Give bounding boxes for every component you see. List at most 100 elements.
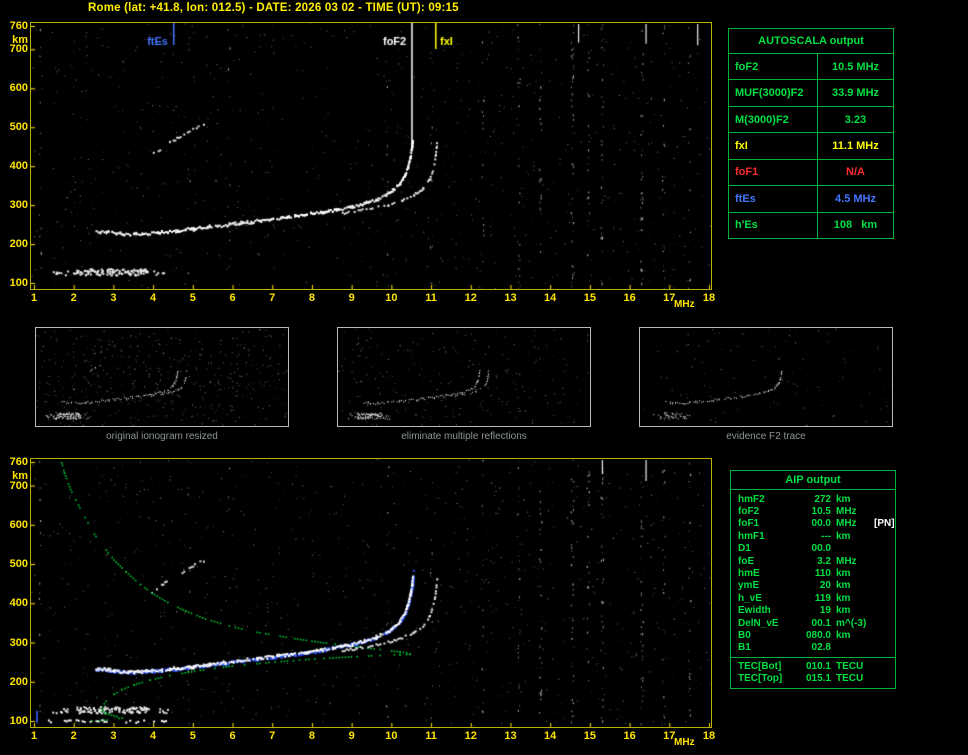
aip-val: 02.8 [811, 642, 831, 654]
aip-lab: foE [738, 555, 755, 567]
autoscala-row-ftEs: ftEs 4.5 MHz [729, 186, 893, 213]
x-tick-label: 3 [110, 292, 117, 304]
aip-unit: MHz [836, 518, 857, 530]
y-axis-unit-label: km [12, 34, 28, 46]
x-axis-unit-label: MHz [674, 737, 695, 748]
y-tick-label: 100 [9, 277, 28, 289]
aip-row-foF2: foF2 10.5 MHz [731, 505, 895, 517]
autoscala-row-label: ftEs [729, 186, 818, 212]
aip-unit: km [836, 629, 851, 641]
x-tick-label: 5 [189, 730, 196, 742]
autoscala-row-value: 10.5 MHz [831, 60, 880, 73]
x-tick-label: 3 [110, 730, 117, 742]
bottom-ionogram-panel [30, 458, 712, 728]
aip-val: --- [821, 530, 831, 542]
x-tick-label: 11 [425, 730, 437, 742]
aip-val: 3.2 [817, 555, 831, 567]
y-tick-label: 200 [9, 238, 28, 251]
aip-lab: foF2 [738, 506, 760, 518]
aip-row-DelN_vE: DelN_vE 00.1 m^(-3) [731, 617, 895, 629]
aip-val: 00.1 [811, 617, 831, 629]
aip-val: 19 [819, 605, 831, 617]
aip-unit: m^(-3) [836, 617, 867, 629]
x-tick-label: 7 [269, 730, 276, 742]
autoscala-row-value: 33.9 MHz [831, 87, 880, 100]
x-tick-label: 6 [229, 292, 236, 304]
x-tick-label: 11 [425, 292, 437, 304]
x-tick-label: 18 [702, 730, 716, 742]
station-date-time-title: Rome (lat: +41.8, lon: 012.5) - DATE: 20… [88, 2, 459, 14]
aip-lab: Ewidth [738, 605, 771, 617]
x-tick-label: 8 [308, 730, 315, 742]
aip-unit: km [836, 530, 851, 542]
aip-val: 00.0 [811, 518, 831, 530]
aip-unit: MHz [836, 506, 857, 518]
aip-lab: h_vE [738, 592, 762, 604]
aip-row-foF1: foF1 00.0 MHz [PN] [731, 518, 895, 530]
x-tick-label: 13 [504, 292, 517, 304]
caption-original-ionogram: original ionogram resized [106, 431, 218, 442]
aip-output-table: AIP output hmF2 272 km foF2 10.5 MHz foF1 00.0 M… [730, 470, 896, 689]
y-axis-unit-label: km [12, 470, 28, 482]
aip-val: 272 [814, 493, 831, 505]
aip-lab: hmE [738, 568, 760, 580]
aip-val: 010.1 [805, 660, 831, 672]
x-tick-label: 10 [385, 292, 398, 304]
aip-row-D1: D1 00.0 [731, 543, 895, 555]
x-tick-label: 14 [544, 730, 557, 742]
autoscala-row-label: h'Es [729, 212, 818, 238]
autoscala-output-table: AUTOSCALA output foF2 10.5 MHz MUF(3000)F2… [728, 28, 894, 239]
y-tick-label: 400 [9, 160, 28, 173]
aip-val: 20 [819, 580, 831, 592]
x-tick-label: 2 [70, 730, 77, 742]
aip-lab: B0 [738, 629, 751, 641]
autoscala-row-value: 108 km [833, 219, 878, 232]
aip-lab: TEC[Top] [738, 673, 783, 685]
aip-unit: TECU [836, 673, 864, 685]
bottom-ionogram-canvas [31, 459, 711, 727]
x-tick-label: 4 [150, 730, 157, 742]
x-tick-label: 12 [464, 292, 477, 304]
autoscala-row-value: N/A [846, 166, 865, 179]
y-tick-label: 300 [9, 199, 28, 212]
top-ionogram-panel [30, 22, 712, 290]
aip-lab: DelN_vE [738, 617, 779, 629]
y-tick-label: 760 [9, 456, 28, 468]
aip-unit: km [836, 568, 851, 580]
aip-lab: D1 [738, 543, 751, 555]
thumbnail-no-multiples [337, 327, 591, 427]
aip-row-B0: B0 080.0 km [731, 629, 895, 641]
autoscala-row-foF1: foF1 N/A [729, 159, 893, 187]
y-tick-label: 500 [9, 558, 28, 571]
x-tick-label: 2 [70, 292, 77, 304]
aip-lab: TEC[Bot] [738, 660, 782, 672]
x-tick-label: 12 [464, 730, 477, 742]
aip-lab: foF1 [738, 518, 760, 530]
aip-lab: hmF1 [738, 530, 765, 542]
aip-row-Ewidth: Ewidth 19 km [731, 605, 895, 617]
x-tick-label: 6 [229, 730, 236, 742]
autoscala-row-h'Es: h'Es 108 km [729, 212, 893, 238]
y-tick-label: 600 [9, 82, 28, 95]
autoscala-row-label: foF1 [729, 159, 818, 186]
aip-unit: TECU [836, 660, 864, 672]
thumbnail-canvas-2 [338, 328, 590, 426]
autoscala-row-value: 11.1 MHz [832, 139, 879, 152]
aip-row-hmE: hmE 110 km [731, 567, 895, 579]
x-tick-label: 15 [583, 730, 596, 742]
top-ionogram-canvas [31, 23, 711, 289]
aip-unit: km [836, 605, 851, 617]
autoscala-table-rows: foF2 10.5 MHz MUF(3000)F2 33.9 MHz M(3000)F2… [729, 54, 893, 238]
aip-row-TEC[Top]: TEC[Top] 015.1 TECU [731, 672, 895, 684]
aip-val: 080.0 [805, 629, 831, 641]
x-tick-label: 15 [583, 292, 596, 304]
x-tick-label: 10 [385, 730, 398, 742]
x-tick-label: 16 [623, 292, 636, 304]
y-tick-label: 100 [9, 715, 28, 727]
thumbnail-canvas-1 [36, 328, 288, 426]
aip-table-divider [731, 657, 895, 659]
aip-lab: hmF2 [738, 493, 765, 505]
x-tick-label: 18 [702, 292, 716, 304]
thumbnail-original-ionogram [35, 327, 289, 427]
x-tick-label: 9 [348, 730, 355, 742]
